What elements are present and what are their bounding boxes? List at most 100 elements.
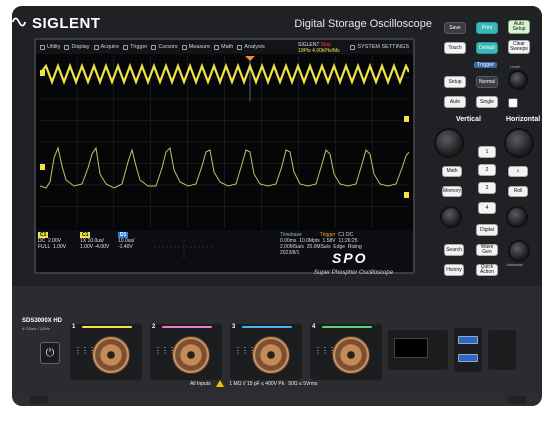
analysis-icon [237,44,243,50]
input-number: 4 [312,324,316,330]
control-panel: Save Print Auto Setup Touch Default Clea… [432,12,540,282]
search-zoom-button[interactable]: ⌕ [508,166,528,177]
universal-label: Universal [506,262,523,267]
usb-port-icon[interactable] [458,336,478,344]
fifty-ohm-rating: 50Ω ≤ 5Vrms [288,380,318,387]
channel1-bandwidth: FULL [38,244,51,250]
toggle-switch[interactable] [508,98,518,108]
digital-button[interactable]: Digital [476,224,498,236]
memory-button[interactable]: Memory [442,186,462,197]
input-number: 3 [232,324,236,330]
inputs-label: All Inputs [190,380,211,387]
history-button[interactable]: History [444,264,464,276]
channel2-bandwidth: 1.00V [80,244,94,250]
channel1-button[interactable]: 1 [478,146,496,158]
universal-knob[interactable] [508,240,530,262]
search-button[interactable]: Search [444,244,464,256]
menu-label: Acquire [100,44,120,50]
trigger-normal-button[interactable]: Normal [476,76,498,88]
warning-icon [215,380,224,387]
menu-measure[interactable]: Measure [181,44,210,50]
product-title: Digital Storage Oscilloscope [294,18,432,30]
digital-info[interactable]: D1 10.0us/ -1.40V [118,232,148,256]
menu-label: Utility [47,44,61,50]
print-button[interactable]: Print [476,22,498,34]
horizontal-position-knob[interactable] [506,206,528,228]
clear-sweeps-button[interactable]: Clear Sweeps [508,40,530,54]
scope-screen[interactable]: Utility Display Acquire Trigger Cursors … [34,38,415,274]
trigger-section-label: Trigger [474,62,498,68]
cursor-icon [151,44,157,50]
save-button[interactable]: Save [444,22,466,34]
foot-right [508,396,526,404]
menu-system-settings[interactable]: SYSTEM SETTINGS [350,44,413,50]
trigger-level-marker-2[interactable] [404,192,409,198]
trigger-level-marker[interactable] [404,116,409,122]
trigger-position-marker[interactable] [245,56,255,61]
vertical-position-knob[interactable] [440,206,462,228]
math-button[interactable]: Math [442,166,462,177]
trigger-auto-button[interactable]: Auto [444,96,466,108]
auto-setup-button[interactable]: Auto Setup [508,20,530,34]
input-number: 2 [152,324,156,330]
channel2-info[interactable]: C1 1X 10.0us/ 1.00V -4.00V [80,232,116,256]
input-channel-3: 3 ⋮⋮⋮ [230,324,302,380]
menu-label: SYSTEM SETTINGS [357,44,409,50]
quick-action-button[interactable]: Quick Action [476,264,498,276]
vertical-scale-knob[interactable] [434,128,464,158]
channel1-offset: 1.00V [53,244,67,250]
menu-analysis[interactable]: Analysis [237,44,265,50]
trigger-setup-button[interactable]: Setup [444,76,466,88]
channel2-offset-marker[interactable] [40,164,45,170]
channel1-offset-marker[interactable] [40,70,45,76]
acquisition-status: SIGLENT Stop 10Pts 4.00kPts/Ms [298,42,340,54]
menu-display[interactable]: Display [64,44,90,50]
input-channel-2: 2 ⋮⋮⋮ [150,324,222,380]
menu-cursors[interactable]: Cursors [151,44,178,50]
power-button[interactable]: ⏻ [40,342,60,364]
acquire-icon [93,44,99,50]
menu-acquire[interactable]: Acquire [93,44,120,50]
crosshair-icon [154,236,214,258]
bnc-connector-4[interactable] [332,336,370,374]
channel2-button[interactable]: 2 [478,164,496,176]
magnifier-icon: ⌕ [516,168,520,174]
siglent-logo-icon [11,17,27,27]
impedance-rating: 1 MΩ // 15 pF ≤ 400V Pk [229,380,285,387]
horizontal-scale-knob[interactable] [504,128,534,158]
power-icon: ⏻ [45,346,55,359]
menu-label: Trigger [130,44,148,50]
waveform-grid [40,56,409,228]
input-number: 1 [72,324,76,330]
trigger-icon [123,44,129,50]
menu-label: Cursors [158,44,178,50]
menu-math[interactable]: Math [214,44,233,50]
menu-utility[interactable]: Utility [40,44,60,50]
channel1-info[interactable]: C1 DC 2.00V FULL 1.00V [38,232,74,256]
usb-port-icon[interactable] [458,354,478,362]
grid-lines [40,56,409,228]
bnc-connector-3[interactable] [252,336,290,374]
menu-bar: Utility Display Acquire Trigger Cursors … [36,40,413,54]
touch-button[interactable]: Touch [444,42,466,54]
channel3-button[interactable]: 3 [478,182,496,194]
sample-rate-readout: 10Pts 4.00kPts/Ms [298,48,340,54]
bnc-connector-2[interactable] [172,336,210,374]
menu-label: Analysis [244,44,265,50]
wave-gen-button[interactable]: Wave Gen [476,244,498,256]
channel2-offset: -4.00V [94,244,110,250]
input-channel-1: 1 ⋮⋮⋮ [70,324,142,380]
usb-ports [454,328,482,372]
spo-logo: SPO [332,250,368,266]
input-rating: All Inputs 1 MΩ // 15 pF ≤ 400V Pk 50Ω ≤… [190,380,317,387]
default-button[interactable]: Default [476,42,498,54]
math-icon [214,44,220,50]
roll-button[interactable]: Roll [508,186,528,197]
trigger-single-button[interactable]: Single [476,96,498,108]
bnc-connector-1[interactable] [92,336,130,374]
trigger-level-knob[interactable] [508,70,528,90]
clock-date: 2023/8/1 [280,250,300,256]
horizontal-section-label: Horizontal [506,116,541,123]
channel4-button[interactable]: 4 [478,202,496,214]
menu-trigger[interactable]: Trigger [123,44,147,50]
